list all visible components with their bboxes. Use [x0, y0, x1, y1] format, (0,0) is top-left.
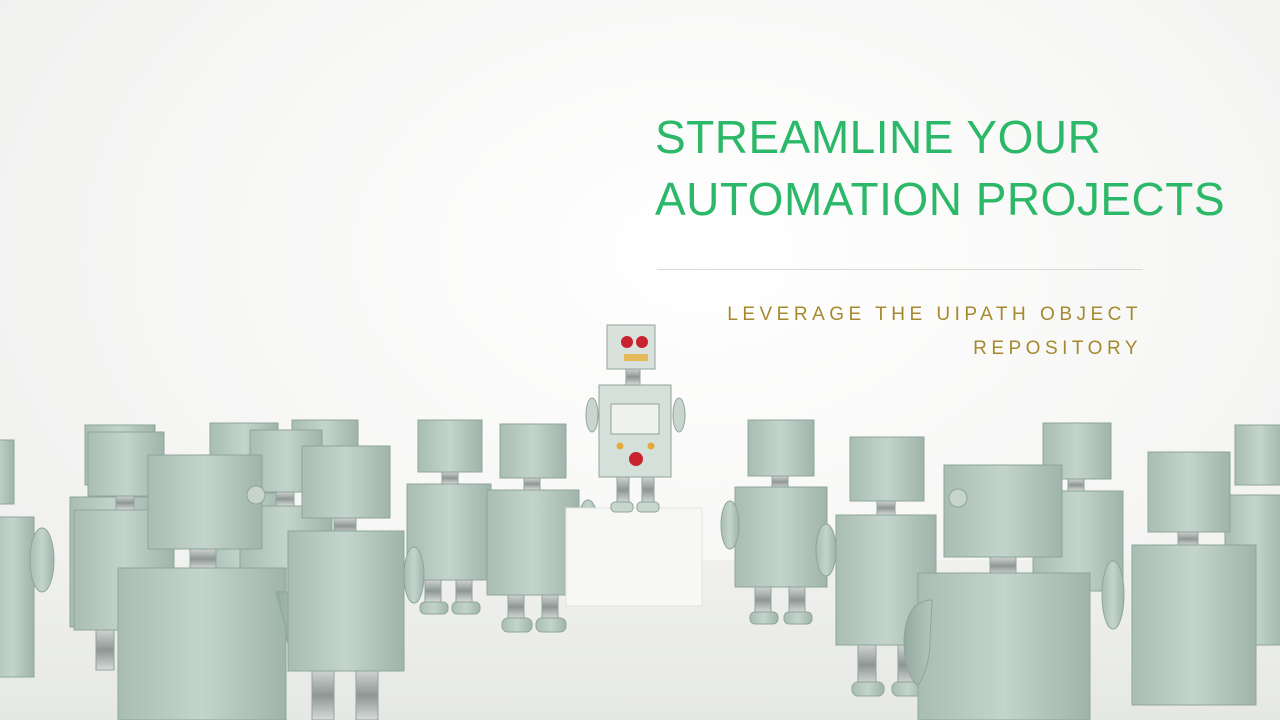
- robot-front-3: [903, 464, 1091, 720]
- robot-back-6: [720, 419, 828, 625]
- subheadline-line-2: REPOSITORY: [973, 338, 1142, 359]
- subheadline-line-1: LEVERAGE THE UIPATH OBJECT: [727, 304, 1142, 325]
- slide: STREAMLINE YOUR AUTOMATION PROJECTS LEVE…: [0, 0, 1280, 720]
- headline-line-1: STREAMLINE YOUR: [655, 111, 1102, 163]
- headline: STREAMLINE YOUR AUTOMATION PROJECTS: [655, 106, 1265, 230]
- robot-mid-4: [1101, 451, 1257, 706]
- robot-front-2: [287, 445, 425, 720]
- subheadline: LEVERAGE THE UIPATH OBJECT REPOSITORY: [640, 298, 1142, 366]
- robot-front-left-edge: [0, 439, 55, 678]
- headline-line-2: AUTOMATION PROJECTS: [655, 173, 1226, 225]
- divider: [657, 269, 1143, 270]
- pedestal: [565, 507, 703, 607]
